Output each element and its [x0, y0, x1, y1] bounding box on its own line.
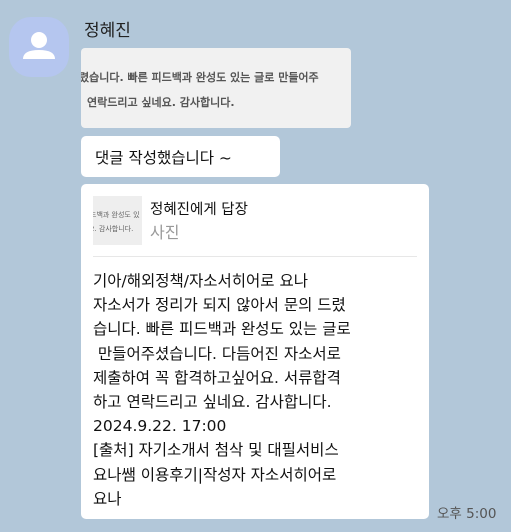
image-text-line: 렸습니다. 빠른 피드백과 완성도 있는 글로 만들어주	[81, 71, 319, 84]
message-line: 2024.9.22. 17:00	[93, 417, 227, 436]
message-line: 하고 연락드리고 싶네요. 감사합니다.	[93, 393, 332, 412]
message-line: 요나	[93, 489, 122, 508]
user-icon	[23, 32, 55, 59]
image-message[interactable]: 렸습니다. 빠른 피드백과 완성도 있는 글로 만들어주 연락드리고 싶네요. …	[81, 48, 351, 128]
message-line: 제출하여 꼭 합격하고싶어요. 서류합격	[93, 368, 341, 387]
message-line: 기아/해외정책/자소서히어로 요나	[93, 272, 309, 290]
message-line: 요나쌤 이용후기|작성자 자소서히어로	[93, 465, 337, 484]
reply-message-bubble[interactable]: 드백과 완성도 있 2. 감사합니다. 정혜진에게 답장 사진 기아/해외정책/…	[81, 184, 429, 519]
message-line: [출처] 자기소개서 첨삭 및 대필서비스	[93, 441, 339, 460]
message-bubble[interactable]: 댓글 작성했습니다 ~	[81, 136, 280, 177]
divider	[93, 256, 417, 257]
message-line: 만들어주셨습니다. 다듬어진 자소서로	[93, 344, 341, 363]
sender-name: 정혜진	[84, 21, 131, 41]
reply-target: 정혜진에게 답장	[150, 202, 248, 218]
reply-type: 사진	[150, 223, 180, 242]
profile-avatar[interactable]	[9, 17, 69, 77]
message-body: 기아/해외정책/자소서히어로 요나 자소서가 정리가 되지 않아서 문의 드렸 …	[93, 269, 421, 511]
thumbnail-text: 2. 감사합니다.	[93, 225, 134, 233]
message-text: 댓글 작성했습니다 ~	[95, 149, 232, 167]
message-timestamp: 오후 5:00	[437, 506, 497, 522]
message-line: 습니다. 빠른 피드백과 완성도 있는 글로	[93, 320, 351, 339]
reply-thumbnail[interactable]: 드백과 완성도 있 2. 감사합니다.	[93, 196, 142, 245]
image-text-line: 연락드리고 싶네요. 감사합니다.	[87, 96, 235, 109]
thumbnail-text: 드백과 완성도 있	[93, 211, 140, 219]
message-line: 자소서가 정리가 되지 않아서 문의 드렸	[93, 296, 346, 315]
